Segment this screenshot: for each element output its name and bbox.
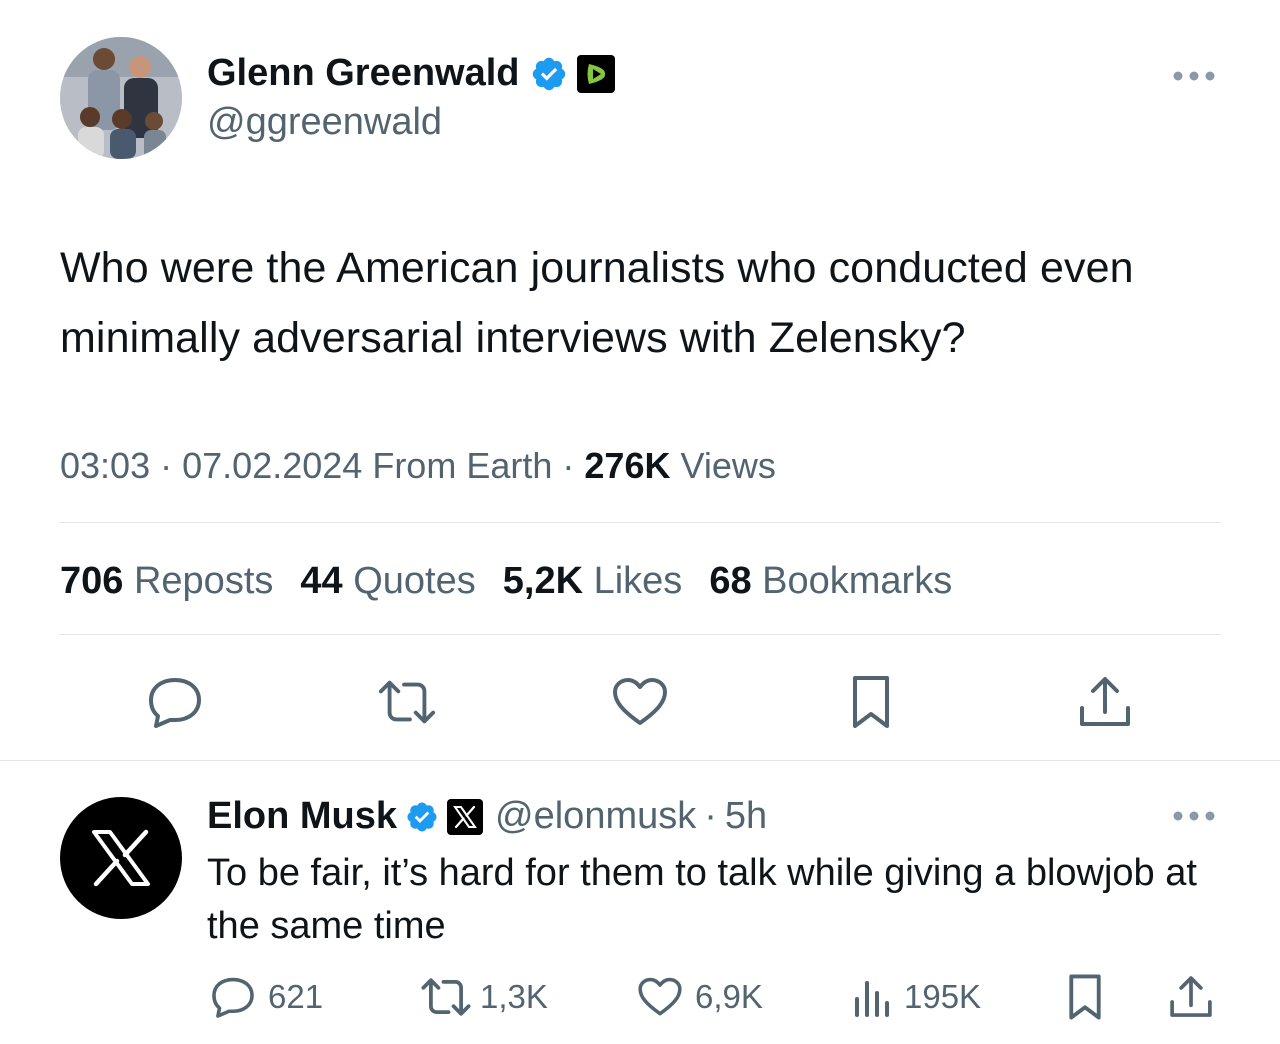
like-count: 6,9K bbox=[695, 978, 763, 1015]
share-button[interactable] bbox=[1075, 672, 1135, 732]
engagement-stats: 706 Reposts 44 Quotes 5,2K Likes 68 Book… bbox=[60, 560, 979, 603]
author-handle[interactable]: @ggreenwald bbox=[207, 101, 442, 144]
tweet-text: Who were the American journalists who co… bbox=[60, 244, 1134, 362]
rumble-affiliate-icon bbox=[576, 54, 615, 93]
repost-button[interactable] bbox=[377, 672, 437, 732]
stat-count: 706 bbox=[60, 560, 124, 602]
more-options-icon[interactable] bbox=[1172, 810, 1216, 822]
stat-label: Quotes bbox=[353, 560, 476, 602]
meta-separator: · bbox=[562, 445, 575, 486]
stat-label: Reposts bbox=[133, 560, 274, 602]
stat-count: 44 bbox=[300, 560, 343, 602]
views-label: Views bbox=[680, 445, 776, 486]
repost-icon bbox=[421, 978, 471, 1016]
repost-count: 1,3K bbox=[480, 978, 548, 1015]
bookmark-icon bbox=[1069, 974, 1101, 1020]
author-name-row: Glenn Greenwald bbox=[207, 52, 616, 95]
meta-separator: · bbox=[160, 445, 173, 486]
like-button[interactable] bbox=[610, 672, 670, 732]
avatar-photo bbox=[60, 37, 182, 159]
reply-header: Elon Musk @elonmusk · 5h bbox=[207, 795, 767, 838]
reply-count: 621 bbox=[268, 978, 324, 1015]
like-icon bbox=[638, 977, 682, 1016]
tweet-date[interactable]: 07.02.2024 bbox=[182, 445, 362, 486]
divider bbox=[0, 760, 1280, 761]
stat-quotes[interactable]: 44 Quotes bbox=[300, 560, 475, 603]
reply-like-button[interactable]: 6,9K bbox=[637, 973, 763, 1021]
tweet-source: From Earth bbox=[372, 445, 553, 486]
stat-likes[interactable]: 5,2K Likes bbox=[503, 560, 683, 603]
stat-reposts[interactable]: 706 Reposts bbox=[60, 560, 273, 603]
repost-icon bbox=[378, 680, 436, 724]
reply-author-name[interactable]: Elon Musk bbox=[207, 795, 397, 838]
share-icon bbox=[1170, 976, 1212, 1017]
reply-share-button[interactable] bbox=[1168, 973, 1214, 1021]
share-icon bbox=[1080, 677, 1130, 726]
divider bbox=[60, 634, 1220, 635]
reply-separator: · bbox=[704, 795, 717, 837]
reply-button[interactable] bbox=[145, 672, 205, 732]
reply-repost-button[interactable]: 1,3K bbox=[420, 973, 548, 1021]
stat-bookmarks[interactable]: 68 Bookmarks bbox=[709, 560, 952, 603]
views-chart-icon bbox=[855, 981, 889, 1017]
bookmark-button[interactable] bbox=[841, 672, 901, 732]
tweet-time[interactable]: 03:03 bbox=[60, 445, 150, 486]
reply-author-handle[interactable]: @elonmusk bbox=[495, 795, 696, 838]
x-logo-icon bbox=[92, 829, 150, 887]
views-count: 276K bbox=[584, 445, 671, 486]
reply-icon bbox=[212, 977, 254, 1018]
stat-count: 68 bbox=[709, 560, 752, 602]
verified-badge-icon bbox=[407, 801, 437, 832]
verified-badge-icon bbox=[532, 57, 565, 90]
views-count: 195K bbox=[904, 978, 982, 1015]
reply-views-button[interactable]: 195K bbox=[852, 973, 981, 1021]
stat-label: Bookmarks bbox=[762, 560, 953, 602]
reply-author-avatar[interactable] bbox=[60, 797, 182, 919]
reply-age[interactable]: 5h bbox=[725, 795, 767, 838]
reply-icon bbox=[149, 678, 201, 728]
reply-bookmark-button[interactable] bbox=[1065, 973, 1105, 1021]
author-avatar[interactable] bbox=[60, 37, 182, 159]
tweet-meta: 03:03 · 07.02.2024 From Earth · 276K Vie… bbox=[60, 445, 776, 487]
more-options-icon[interactable] bbox=[1172, 70, 1216, 82]
reply-reply-button[interactable]: 621 bbox=[210, 973, 323, 1021]
author-name[interactable]: Glenn Greenwald bbox=[207, 52, 520, 95]
reply-text: To be fair, it’s hard for them to talk w… bbox=[207, 852, 1197, 947]
stat-label: Likes bbox=[593, 560, 683, 602]
bookmark-icon bbox=[853, 676, 889, 728]
x-affiliate-icon bbox=[447, 798, 484, 835]
divider bbox=[60, 522, 1220, 523]
stat-count: 5,2K bbox=[502, 560, 584, 602]
like-icon bbox=[613, 678, 667, 725]
